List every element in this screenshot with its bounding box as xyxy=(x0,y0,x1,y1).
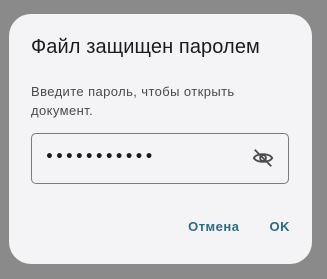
password-value: ••••••••••• xyxy=(45,149,155,165)
password-field[interactable]: ••••••••••• xyxy=(31,133,289,184)
ok-button[interactable]: OK xyxy=(270,219,291,234)
dialog-title: Файл защищен паролем xyxy=(31,36,260,58)
dialog-message: Введите пароль, чтобы открыть документ. xyxy=(31,84,235,118)
password-dialog: Файл защищен паролем Введите пароль, что… xyxy=(9,14,312,264)
eye-off-icon[interactable] xyxy=(252,147,274,169)
dialog-actions: Отмена OK xyxy=(188,219,290,234)
cancel-button[interactable]: Отмена xyxy=(188,219,239,234)
